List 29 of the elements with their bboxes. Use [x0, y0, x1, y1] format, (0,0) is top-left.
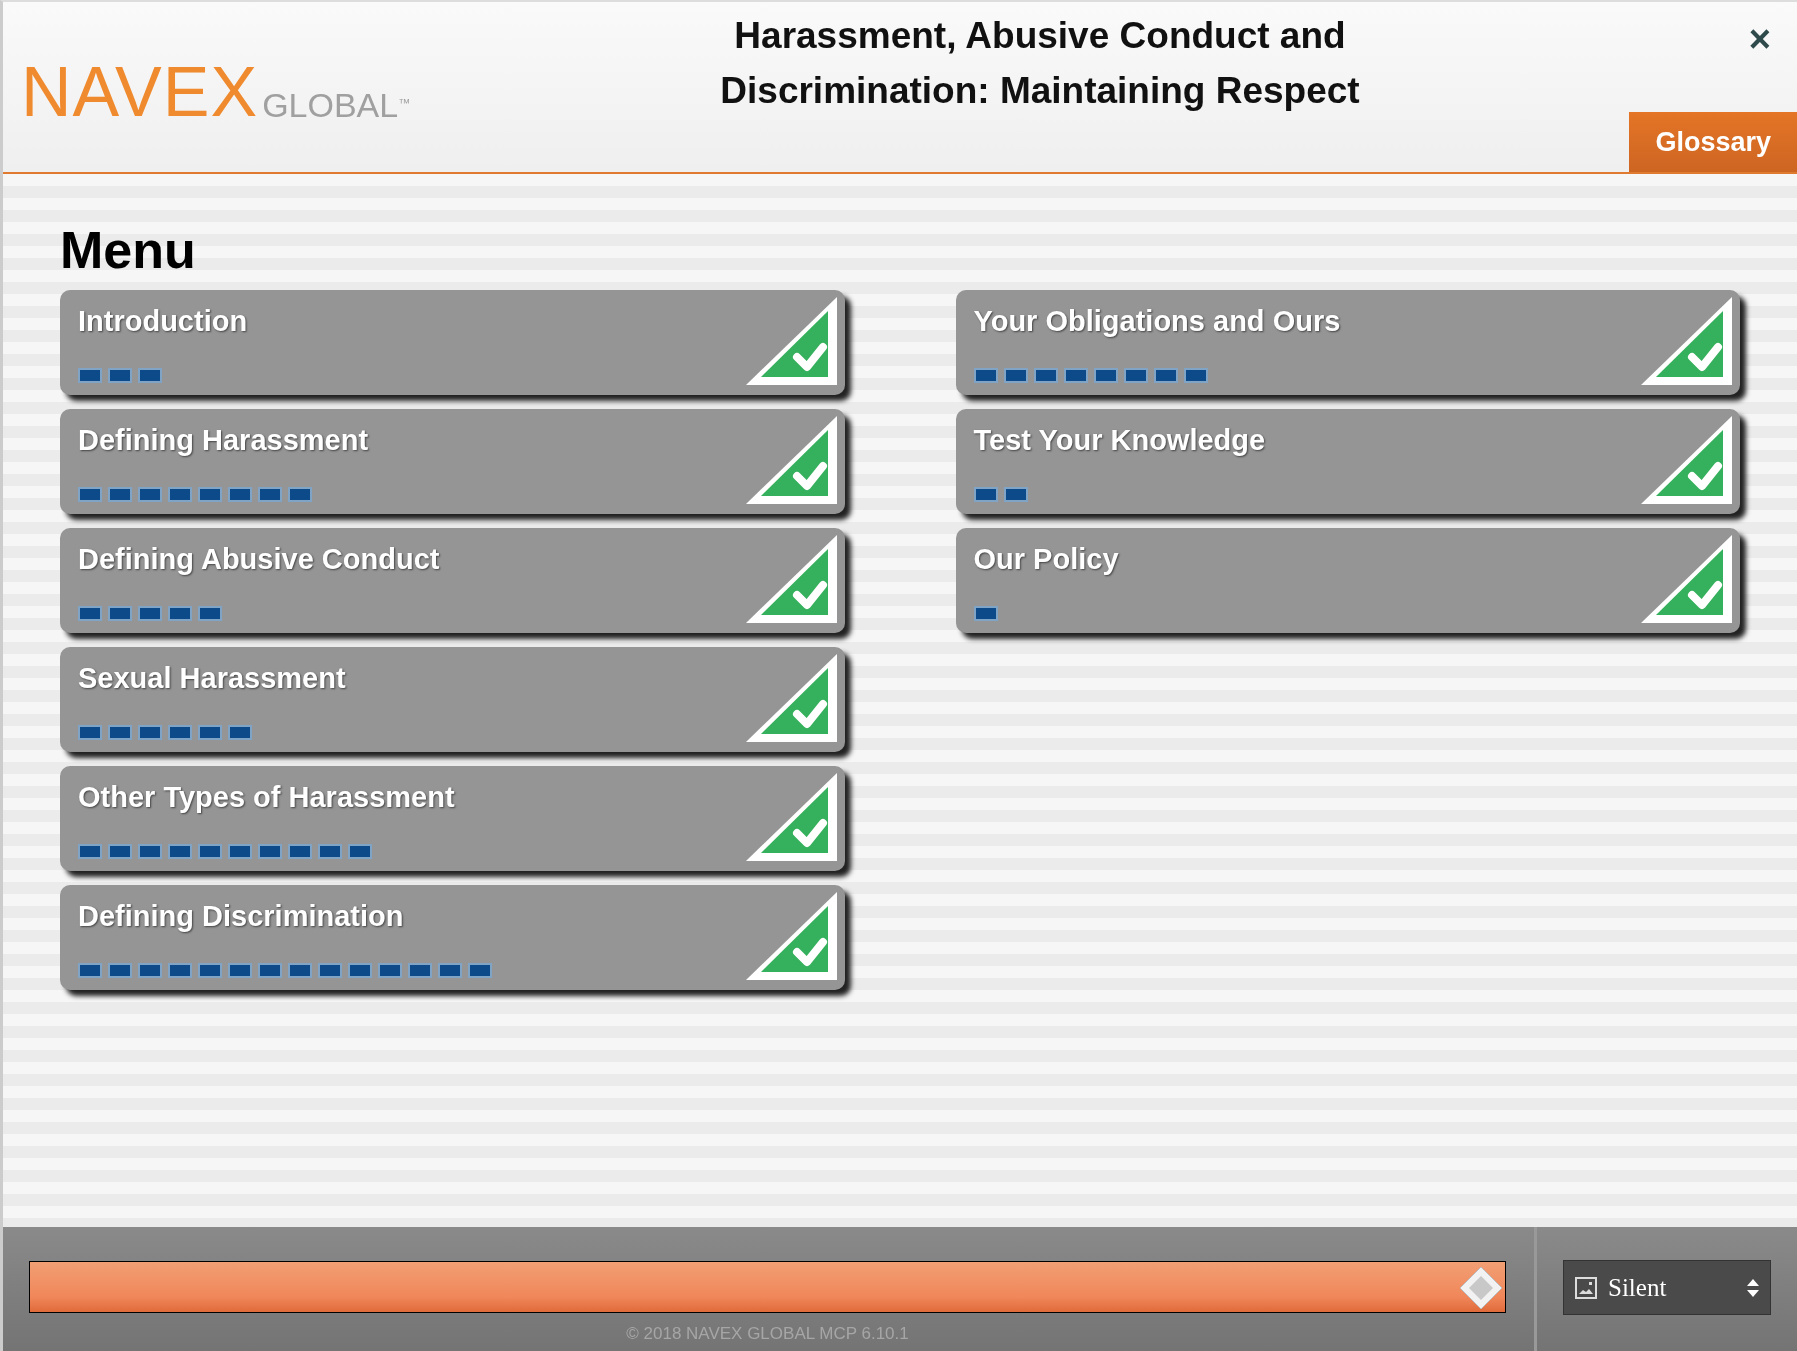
- module-title: Sexual Harassment: [78, 661, 347, 696]
- trademark-sign: ™: [398, 95, 411, 112]
- menu-module-card[interactable]: Introduction: [60, 290, 845, 395]
- diamond-handle-icon[interactable]: [1459, 1266, 1503, 1310]
- menu-module-card[interactable]: Other Types of Harassment: [60, 766, 845, 871]
- up-down-arrows-icon: [1746, 1277, 1760, 1298]
- module-title: Defining Abusive Conduct: [78, 542, 441, 577]
- module-title: Your Obligations and Ours: [973, 304, 1342, 339]
- glossary-button[interactable]: Glossary: [1629, 111, 1797, 172]
- menu-module-card[interactable]: Your Obligations and Ours: [955, 290, 1740, 395]
- logo-wordmark: NAVEX: [21, 62, 259, 122]
- menu-module-card[interactable]: Defining Harassment: [60, 409, 845, 514]
- menu-module-card[interactable]: Test Your Knowledge: [955, 409, 1740, 514]
- menu-module-card[interactable]: Our Policy: [955, 528, 1740, 633]
- course-title: Harassment, Abusive Conduct and Discrimination: Maintaining Respect: [719, 14, 1361, 113]
- logo-suffix: GLOBAL: [262, 88, 399, 122]
- module-title: Test Your Knowledge: [973, 423, 1267, 458]
- close-button[interactable]: ×: [1744, 20, 1775, 58]
- module-title: Other Types of Harassment: [78, 780, 456, 815]
- module-title: Introduction: [78, 304, 249, 339]
- image-icon: [1574, 1275, 1598, 1300]
- menu-module-card[interactable]: Defining Discrimination: [60, 885, 845, 990]
- module-title: Defining Harassment: [78, 423, 370, 458]
- menu-module-card[interactable]: Sexual Harassment: [60, 647, 845, 752]
- module-title: Defining Discrimination: [78, 899, 405, 934]
- menu-module-card[interactable]: Defining Abusive Conduct: [60, 528, 845, 633]
- audio-select[interactable]: Silent: [1563, 1260, 1771, 1315]
- menu-heading: Menu: [60, 224, 197, 276]
- module-title: Our Policy: [973, 542, 1120, 577]
